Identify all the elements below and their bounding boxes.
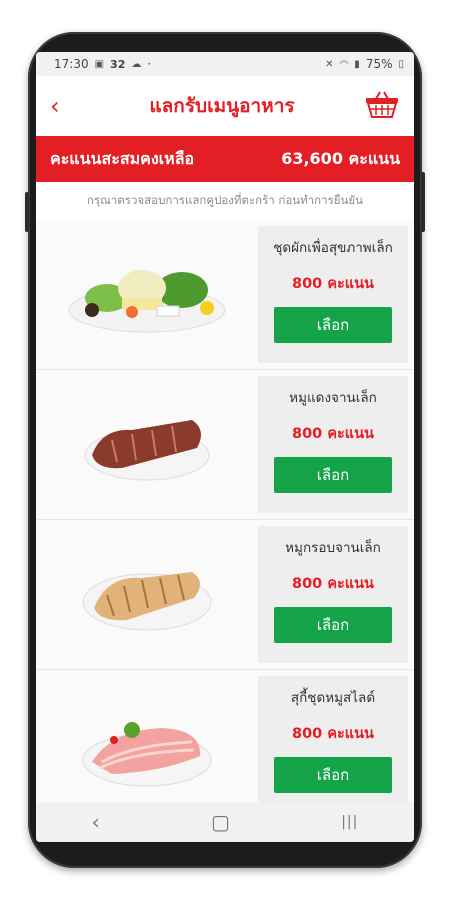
list-item: หมูแดงจานเล็ก 800 คะแนน เลือก: [36, 370, 414, 520]
notice-text: กรุณาตรวจสอบการแลกคูปองที่ตะกร้า ก่อนทำก…: [87, 193, 363, 207]
menu-image-red-pork: [36, 370, 258, 519]
points-value: 63,600 คะแนน: [281, 148, 400, 168]
select-button[interactable]: เลือก: [274, 757, 392, 793]
points-label: คะแนนสะสมคงเหลือ: [50, 148, 195, 168]
status-bar: 17:30 ▣ 32 ☁ · ✕ ◠ ▮ 75% ▯: [36, 52, 414, 76]
menu-image-vegetables: [36, 220, 258, 369]
select-button[interactable]: เลือก: [274, 307, 392, 343]
menu-item-name: หมูกรอบจานเล็ก: [285, 540, 381, 556]
mute-icon: ✕: [325, 58, 334, 70]
battery-icon: ▯: [398, 58, 404, 70]
signal-icon: ▮: [354, 58, 360, 70]
select-button[interactable]: เลือก: [274, 607, 392, 643]
system-nav-bar: ‹ ▢ |||: [36, 802, 414, 842]
menu-item-name: หมูแดงจานเล็ก: [289, 390, 377, 406]
app-bar: ‹ แลกรับเมนูอาหาร: [36, 76, 414, 136]
nav-recents-button[interactable]: |||: [341, 814, 358, 830]
menu-item-name: ชุดผักเพื่อสุขภาพเล็ก: [273, 240, 393, 256]
back-button[interactable]: ‹: [50, 92, 80, 120]
menu-image-crispy-pork: [36, 520, 258, 669]
page-title: แลกรับเมนูอาหาร: [149, 95, 295, 117]
menu-item-price: 800 คะแนน: [292, 726, 374, 742]
menu-item-info: สุกี้ชุดหมูสไลด์ 800 คะแนน เลือก: [258, 676, 408, 802]
status-dot: ·: [147, 57, 152, 71]
menu-item-price: 800 คะแนน: [292, 426, 374, 442]
wifi-icon: ◠: [339, 58, 349, 70]
nav-home-button[interactable]: ▢: [211, 810, 230, 834]
menu-item-price: 800 คะแนน: [292, 576, 374, 592]
list-item: ชุดผักเพื่อสุขภาพเล็ก 800 คะแนน เลือก: [36, 220, 414, 370]
list-item: หมูกรอบจานเล็ก 800 คะแนน เลือก: [36, 520, 414, 670]
basket-icon[interactable]: [364, 89, 400, 123]
menu-item-info: ชุดผักเพื่อสุขภาพเล็ก 800 คะแนน เลือก: [258, 226, 408, 363]
menu-list[interactable]: ชุดผักเพื่อสุขภาพเล็ก 800 คะแนน เลือก หม…: [36, 220, 414, 802]
status-time: 17:30: [54, 57, 89, 71]
battery-level: 75%: [365, 57, 393, 71]
menu-image-sliced-pork: [36, 670, 258, 802]
screen: 17:30 ▣ 32 ☁ · ✕ ◠ ▮ 75% ▯ ‹ แลกรับเมนูอ…: [36, 52, 414, 842]
menu-item-name: สุกี้ชุดหมูสไลด์: [290, 690, 376, 706]
gallery-icon: ▣: [94, 58, 105, 70]
points-banner: คะแนนสะสมคงเหลือ 63,600 คะแนน: [36, 136, 414, 182]
list-item: สุกี้ชุดหมูสไลด์ 800 คะแนน เลือก: [36, 670, 414, 802]
menu-item-price: 800 คะแนน: [292, 276, 374, 292]
cloud-icon: ☁: [131, 58, 142, 70]
select-button[interactable]: เลือก: [274, 457, 392, 493]
nav-back-button[interactable]: ‹: [92, 810, 100, 834]
menu-item-info: หมูกรอบจานเล็ก 800 คะแนน เลือก: [258, 526, 408, 663]
menu-item-info: หมูแดงจานเล็ก 800 คะแนน เลือก: [258, 376, 408, 513]
notif-count: 32: [110, 57, 126, 71]
